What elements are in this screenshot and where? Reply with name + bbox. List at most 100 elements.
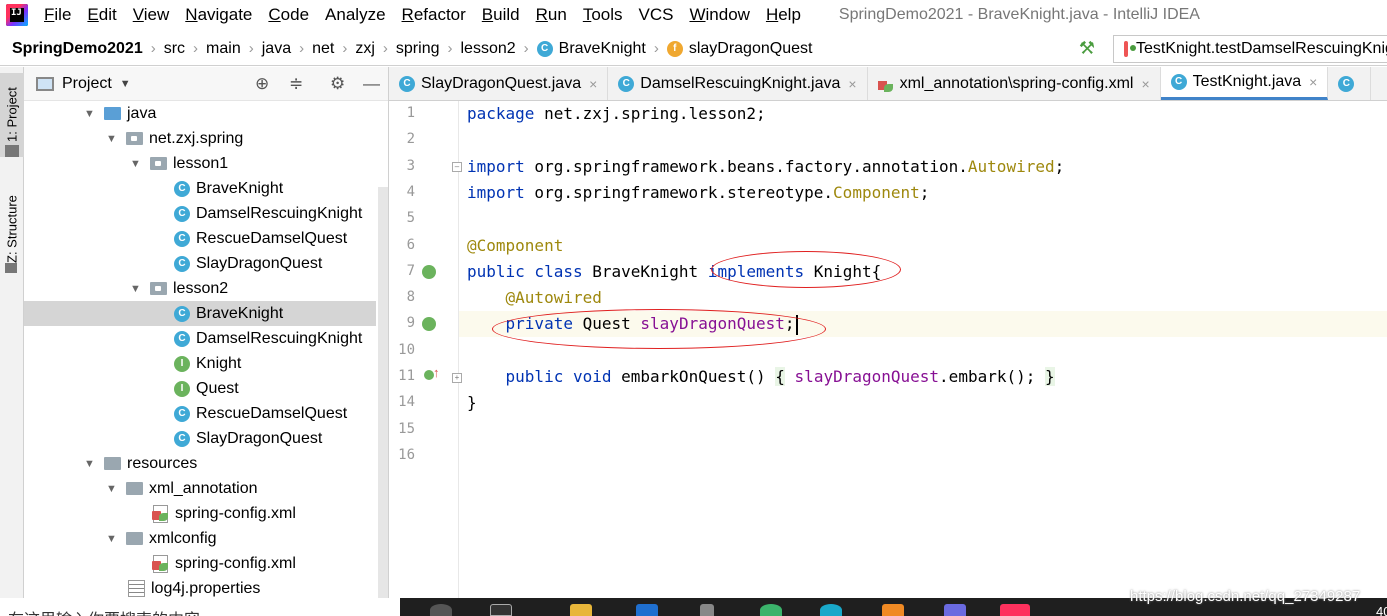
tree-item[interactable]: C RescueDamselQuest	[24, 226, 376, 251]
menu-item-vcs[interactable]: VCS	[631, 0, 682, 30]
menu-item-edit[interactable]: Edit	[79, 0, 124, 30]
intellij-taskbar-icon[interactable]	[1000, 604, 1030, 616]
expand-arrow-icon[interactable]: ▼	[106, 533, 120, 545]
editor-tab[interactable]: C DamselRescuingKnight.java ×	[608, 67, 868, 100]
run-configuration-selector[interactable]: TestKnight.testDamselRescuingKnight	[1113, 35, 1387, 63]
breadcrumb-separator: ›	[299, 40, 305, 57]
spring-autowired-icon[interactable]	[422, 317, 436, 331]
tree-item[interactable]: I Quest	[24, 376, 376, 401]
fold-imports-icon[interactable]: –	[452, 162, 462, 172]
breadcrumb-label: slayDragonQuest	[688, 39, 813, 57]
tree-item[interactable]: C SlayDragonQuest	[24, 251, 376, 276]
expand-arrow-icon[interactable]: ▼	[84, 458, 98, 470]
file-explorer-icon[interactable]	[570, 604, 592, 616]
breadcrumb-item[interactable]: src	[160, 40, 189, 58]
breadcrumb-item[interactable]: spring	[392, 40, 444, 58]
breadcrumb-item[interactable]: C BraveKnight	[533, 40, 650, 58]
edge-icon[interactable]	[820, 604, 842, 616]
expand-arrow-icon[interactable]: ▼	[130, 283, 144, 295]
breadcrumb-item[interactable]: net	[308, 40, 338, 58]
menu-item-run[interactable]: Run	[528, 0, 575, 30]
breadcrumb-item[interactable]: java	[258, 40, 295, 58]
menu-item-analyze[interactable]: Analyze	[317, 0, 393, 30]
gear-icon[interactable]: ⚙	[330, 74, 345, 94]
project-tree-scrollbar[interactable]	[378, 187, 388, 616]
editor-tab[interactable]: C SlayDragonQuest.java ×	[389, 67, 609, 100]
menu-item-tools[interactable]: Tools	[575, 0, 631, 30]
tree-item[interactable]: ▼ lesson1	[24, 151, 376, 176]
tree-item[interactable]: ▼ net.zxj.spring	[24, 126, 376, 151]
menu-bar: IJ File Edit View Navigate Code Analyze Refact…	[0, 0, 1387, 30]
menu-item-build[interactable]: Build	[474, 0, 528, 30]
breadcrumb-item[interactable]: SpringDemo2021	[0, 40, 147, 58]
code-editor[interactable]: package net.zxj.spring.lesson2; import or…	[467, 101, 1387, 616]
intellij-logo-icon: IJ	[6, 4, 28, 26]
tree-item-label: xml_annotation	[149, 479, 258, 497]
tree-item[interactable]: C DamselRescuingKnight	[24, 326, 376, 351]
editor-tab[interactable]: C TestKnight.java ×	[1160, 67, 1329, 100]
menu-item-view[interactable]: View	[125, 0, 178, 30]
editor-tab-label: xml_annotation\spring-config.xml	[899, 74, 1134, 92]
spring-bean-icon[interactable]	[422, 265, 436, 279]
editor-tab[interactable]: C	[1328, 67, 1372, 100]
menu-item-code[interactable]: Code	[260, 0, 317, 30]
tree-item[interactable]: ▼ resources	[24, 451, 376, 476]
chevron-down-icon[interactable]: ▼	[120, 78, 131, 90]
locate-crosshair-icon[interactable]: ⊕	[255, 74, 269, 94]
tree-item[interactable]: C RescueDamselQuest	[24, 401, 376, 426]
close-icon[interactable]: ×	[1141, 76, 1149, 92]
expand-arrow-icon[interactable]: ▼	[106, 133, 120, 145]
firefox-icon[interactable]	[882, 604, 904, 616]
task-view-icon[interactable]	[490, 604, 512, 616]
chrome-icon[interactable]	[760, 604, 782, 616]
build-hammer-icon[interactable]: ⚒	[1076, 38, 1098, 60]
menu-mnemonic: E	[87, 5, 99, 24]
folder-icon	[126, 532, 143, 545]
project-panel-title[interactable]: Project	[62, 75, 112, 93]
tree-item[interactable]: spring-config.xml	[24, 551, 376, 576]
expand-arrow-icon[interactable]: ▼	[130, 158, 144, 170]
line-number: 6	[406, 236, 415, 253]
class-icon: C	[174, 255, 190, 272]
tree-item[interactable]: C DamselRescuingKnight	[24, 201, 376, 226]
project-tool-tab-label: 1: Project	[4, 87, 20, 143]
breadcrumb-item[interactable]: f slayDragonQuest	[663, 40, 817, 58]
menu-item-navigate[interactable]: Navigate	[177, 0, 260, 30]
menu-item-window[interactable]: Window	[681, 0, 757, 30]
search-icon[interactable]	[430, 604, 452, 616]
expand-arrow-icon[interactable]: ▼	[106, 483, 120, 495]
implements-method-icon[interactable]	[424, 365, 440, 380]
tree-item[interactable]: C BraveKnight	[24, 301, 376, 326]
collapse-all-icon[interactable]: ≑	[289, 74, 303, 94]
breadcrumb-item[interactable]: lesson2	[456, 40, 519, 58]
menu-item-help[interactable]: Help	[758, 0, 809, 30]
interface-icon: I	[174, 355, 190, 372]
menu-item-refactor[interactable]: Refactor	[394, 0, 474, 30]
tree-item[interactable]: I Knight	[24, 351, 376, 376]
breadcrumb-label: net	[312, 39, 335, 57]
menu-item-file[interactable]: File	[36, 0, 79, 30]
app-icon-2[interactable]	[944, 604, 966, 616]
taskbar-search-box[interactable]: 在这里输入你要搜索的内容	[8, 606, 200, 616]
code-token: Autowired	[967, 156, 1055, 176]
fold-method-icon[interactable]: +	[452, 373, 462, 383]
breadcrumb-item[interactable]: zxj	[351, 40, 379, 58]
close-icon[interactable]: ×	[589, 76, 597, 92]
expand-arrow-icon[interactable]: ▼	[84, 108, 98, 120]
editor-tab[interactable]: xml_annotation\spring-config.xml ×	[868, 67, 1161, 100]
tree-item[interactable]: ▼ java	[24, 101, 376, 126]
breadcrumb-item[interactable]: main	[202, 40, 245, 58]
run-configuration-label: TestKnight.testDamselRescuingKnight	[1136, 40, 1387, 57]
tree-item[interactable]: C SlayDragonQuest	[24, 426, 376, 451]
mail-icon[interactable]	[636, 604, 658, 616]
tree-item[interactable]: ▼ xmlconfig	[24, 526, 376, 551]
hide-panel-icon[interactable]: —	[363, 74, 380, 94]
tree-item[interactable]: C BraveKnight	[24, 176, 376, 201]
close-icon[interactable]: ×	[1309, 74, 1317, 90]
tree-item[interactable]: ▼ xml_annotation	[24, 476, 376, 501]
close-icon[interactable]: ×	[848, 76, 856, 92]
tree-item[interactable]: spring-config.xml	[24, 501, 376, 526]
tree-item[interactable]: ▼ lesson2	[24, 276, 376, 301]
app-icon[interactable]	[700, 604, 714, 616]
